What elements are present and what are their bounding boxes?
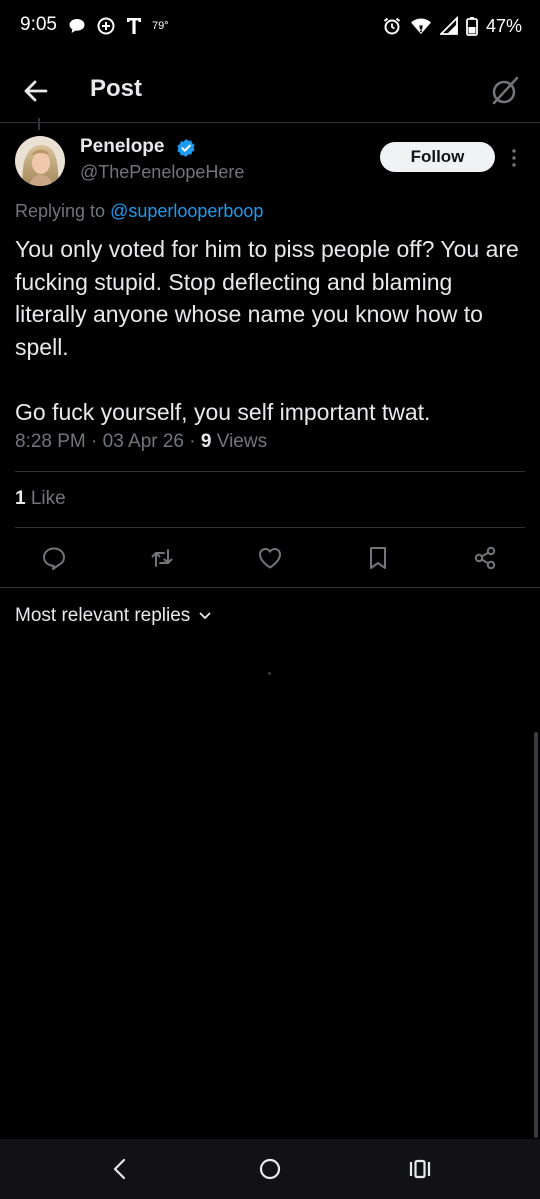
- grok-icon[interactable]: [488, 74, 522, 108]
- status-notification-icons: 79°: [68, 14, 169, 38]
- loading-indicator: [268, 672, 271, 675]
- t-mobile-icon: [126, 16, 142, 36]
- alarm-icon: [382, 16, 402, 36]
- post-text: You only voted for him to piss people of…: [15, 236, 519, 425]
- reply-icon[interactable]: [40, 544, 68, 572]
- status-system-icons: 47%: [382, 14, 522, 38]
- meta-divider: [15, 471, 525, 472]
- follow-button[interactable]: Follow: [380, 142, 495, 172]
- chat-bubble-icon: [68, 17, 86, 35]
- replies-sort-dropdown[interactable]: Most relevant replies: [15, 605, 212, 627]
- share-icon[interactable]: [471, 544, 499, 572]
- views-label: Views: [216, 431, 268, 452]
- like-icon[interactable]: [256, 544, 284, 572]
- author-name[interactable]: Penelope: [80, 136, 164, 158]
- scrollbar[interactable]: [534, 732, 538, 1138]
- replying-to-prefix: Replying to: [15, 201, 111, 221]
- stats-divider: [15, 527, 525, 528]
- status-temperature: 79°: [152, 20, 169, 32]
- replying-to: Replying to @superlooperboop: [15, 201, 263, 222]
- repost-icon[interactable]: [148, 544, 176, 572]
- status-time: 9:05: [20, 14, 57, 35]
- verified-badge-icon: [176, 138, 196, 158]
- post-date: 03 Apr 26: [102, 431, 184, 452]
- replies-sort-label: Most relevant replies: [15, 605, 191, 626]
- battery-icon: [466, 16, 478, 36]
- page-title: Post: [90, 75, 143, 102]
- views-count: 9: [200, 431, 212, 452]
- chevron-down-icon: [198, 609, 212, 623]
- avatar[interactable]: [15, 136, 65, 186]
- nav-recents-icon[interactable]: [406, 1155, 434, 1183]
- nav-home-icon[interactable]: [256, 1155, 284, 1183]
- bookmark-icon[interactable]: [364, 544, 392, 572]
- header-divider: [0, 122, 540, 123]
- post-time: 8:28 PM: [15, 431, 86, 452]
- signal-icon: [439, 16, 458, 36]
- post-meta: 8:28 PM · 03 Apr 26 · 9 Views: [15, 431, 268, 452]
- system-navigation-bar: [0, 1139, 540, 1199]
- actions-divider: [0, 587, 540, 588]
- more-options-icon[interactable]: [506, 146, 522, 170]
- action-bar: [0, 540, 540, 576]
- thread-connector-line: [38, 118, 40, 130]
- status-bar: 9:05 79° 47%: [0, 0, 540, 52]
- replying-to-mention[interactable]: @superlooperboop: [110, 201, 263, 221]
- arrow-left-icon[interactable]: [20, 75, 52, 107]
- wifi-icon: [410, 16, 432, 36]
- likes-stat[interactable]: 1 Like: [15, 488, 66, 510]
- likes-count: 1: [15, 488, 26, 509]
- likes-label: Like: [30, 488, 66, 509]
- nav-back-icon[interactable]: [106, 1155, 134, 1183]
- post-header: Post: [0, 60, 540, 122]
- plus-circle-icon: [96, 16, 116, 36]
- author-handle[interactable]: @ThePenelopeHere: [80, 162, 244, 183]
- battery-percentage: 47%: [485, 15, 522, 36]
